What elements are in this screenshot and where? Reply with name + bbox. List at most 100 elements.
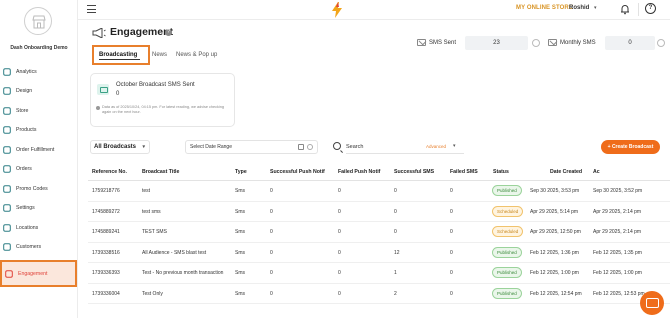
table-header: Reference No. Broadcast Title Type Successf… — [88, 164, 670, 181]
sidebar-item-label: Design — [16, 88, 33, 95]
bell-icon[interactable] — [619, 3, 631, 15]
column-header-label: Reference No. — [92, 169, 127, 175]
table-row[interactable]: 1759218776 test Sms 0 0 0 0 Published Sep 30 202… — [88, 181, 670, 202]
cell-ssms: 0 — [394, 208, 397, 215]
cell-type: Sms — [235, 290, 245, 297]
column-header[interactable]: Failed SMS — [450, 169, 478, 175]
store-switcher[interactable]: MY ONLINE STORE — [516, 5, 573, 11]
table-row[interactable]: 1745889241 TEST SMS Sms 0 0 0 0 Scheduled Apr 29… — [88, 222, 670, 243]
sidebar-item-label: Store — [16, 107, 29, 114]
card-value: 0 — [116, 91, 120, 97]
monthly-sms-stat: Monthly SMS 0 — [545, 36, 665, 50]
sidebar-item-label: Promo Codes — [16, 185, 48, 192]
store-title: Dash Onboarding Demo — [10, 45, 68, 51]
table-row[interactable]: 1739336393 Test - No previous month trans… — [88, 263, 670, 284]
cell-ssms: 2 — [394, 290, 397, 297]
column-header-label: Ac — [593, 169, 600, 175]
date-range-label: Select Date Range — [190, 144, 232, 150]
chat-support-button[interactable] — [640, 291, 664, 315]
user-icon — [3, 243, 11, 252]
info-icon[interactable] — [532, 39, 540, 47]
table-row[interactable]: 1739336004 Test Only Sms 0 0 2 0 Published Feb 1… — [88, 284, 670, 304]
message-icon — [97, 84, 109, 95]
sidebar-item-customers[interactable]: Customers — [0, 238, 78, 258]
sidebar-item-label: Locations — [16, 224, 39, 231]
info-icon[interactable]: ? — [165, 29, 172, 36]
broadcast-filter-select[interactable]: All Broadcasts ▾ — [90, 140, 150, 154]
app-root: Dash Onboarding Demo Analytics Design Stor… — [0, 0, 670, 318]
cell-ssms: 1 — [394, 270, 397, 276]
cell-fpn: 0 — [338, 208, 341, 215]
sidebar-item-promo-codes[interactable]: Promo Codes — [0, 179, 78, 199]
column-header[interactable]: Failed Push Notif — [338, 169, 380, 175]
column-header-label: Successful Push Notif — [270, 169, 325, 175]
column-header-label: Failed SMS — [450, 169, 478, 175]
sidebar-item-engagement[interactable]: Engagement — [0, 260, 77, 287]
sidebar-item-settings[interactable]: Settings — [0, 199, 78, 219]
column-header[interactable]: Status — [493, 169, 509, 175]
sidebar-item-locations[interactable]: Locations — [0, 218, 78, 238]
cell-title: TEST SMS — [142, 229, 167, 235]
search-input[interactable] — [346, 140, 464, 154]
cell-ref: 1739336393 — [92, 270, 120, 276]
sidebar-nav: Analytics Design Store Products Order Fulfil… — [0, 62, 78, 287]
status-badge: Published — [492, 185, 522, 196]
cell-ref: 1739336004 — [92, 290, 120, 297]
calendar-icon[interactable] — [298, 144, 304, 150]
clear-icon[interactable] — [307, 144, 313, 150]
tab-news-popup[interactable]: News & Pop up — [176, 52, 217, 58]
sidebar-item-label: Order Fulfillment — [16, 146, 55, 153]
column-header[interactable]: Reference No. — [92, 169, 127, 175]
brand-logo-icon — [332, 2, 342, 18]
sidebar-item-order-fulfillment[interactable]: Order Fulfillment — [0, 140, 78, 160]
megaphone-icon — [5, 269, 13, 278]
create-broadcast-button[interactable]: + Create Broadcast — [601, 140, 660, 154]
chart-icon — [3, 67, 11, 76]
truck-icon — [3, 145, 11, 154]
menu-icon[interactable] — [87, 5, 96, 13]
cell-created: Feb 12 2025, 12:53 pm — [593, 290, 645, 297]
mail-icon — [548, 39, 557, 46]
table-row[interactable]: 1745889272 test sms Sms 0 0 0 0 Scheduled Apr 29… — [88, 202, 670, 222]
clipboard-icon — [3, 165, 11, 174]
cell-fsms: 0 — [450, 188, 453, 194]
cell-fsms: 0 — [450, 270, 453, 276]
sidebar-item-design[interactable]: Design — [0, 82, 78, 102]
cell-fpn: 0 — [338, 290, 341, 297]
chevron-down-icon[interactable]: ▾ — [453, 143, 456, 149]
table-row[interactable]: 1739338516 All Audience - SMS blast test S… — [88, 243, 670, 263]
cell-spn: 0 — [270, 208, 273, 215]
cell-created: Feb 12 2025, 1:00 pm — [593, 270, 642, 276]
sidebar-item-label: Analytics — [16, 68, 37, 75]
help-icon[interactable]: ? — [645, 3, 656, 14]
column-header[interactable]: Successful Push Notif — [270, 169, 325, 175]
info-icon[interactable] — [657, 39, 665, 47]
sidebar-item-orders[interactable]: Orders — [0, 160, 78, 180]
column-header[interactable]: Successful SMS — [394, 169, 434, 175]
status-badge: Published — [492, 246, 522, 258]
cell-fsms: 0 — [450, 290, 453, 297]
cell-fsms: 0 — [450, 249, 453, 256]
broadcast-table: Reference No. Broadcast Title Type Successf… — [88, 164, 670, 304]
cell-fsms: 0 — [450, 208, 453, 215]
tab-broadcasting[interactable]: Broadcasting — [92, 45, 150, 65]
monthly-sms-card: October Broadcast SMS Sent 0 Data as of … — [90, 73, 235, 127]
column-header[interactable]: Ac — [593, 169, 600, 175]
monthly-sms-label: Monthly SMS — [560, 40, 596, 46]
date-range-picker[interactable]: Select Date Range — [185, 140, 318, 154]
column-header[interactable]: Date Created — [550, 169, 582, 175]
search-icon — [333, 142, 341, 150]
cell-spn: 0 — [270, 229, 273, 235]
sidebar-item-products[interactable]: Products — [0, 121, 78, 141]
column-header[interactable]: Type — [235, 169, 247, 175]
column-header[interactable]: Broadcast Title — [142, 169, 179, 175]
cell-ssms: 0 — [394, 188, 397, 194]
sms-sent-value: 23 — [465, 36, 528, 50]
tab-news[interactable]: News — [152, 52, 167, 58]
advanced-search-toggle[interactable]: Advanced — [426, 144, 446, 149]
store-logo[interactable] — [24, 7, 52, 35]
sidebar-item-analytics[interactable]: Analytics — [0, 62, 78, 82]
sidebar-item-store[interactable]: Store — [0, 101, 78, 121]
chevron-down-icon[interactable]: ▾ — [594, 5, 597, 11]
user-menu[interactable]: Roshid — [569, 5, 589, 11]
